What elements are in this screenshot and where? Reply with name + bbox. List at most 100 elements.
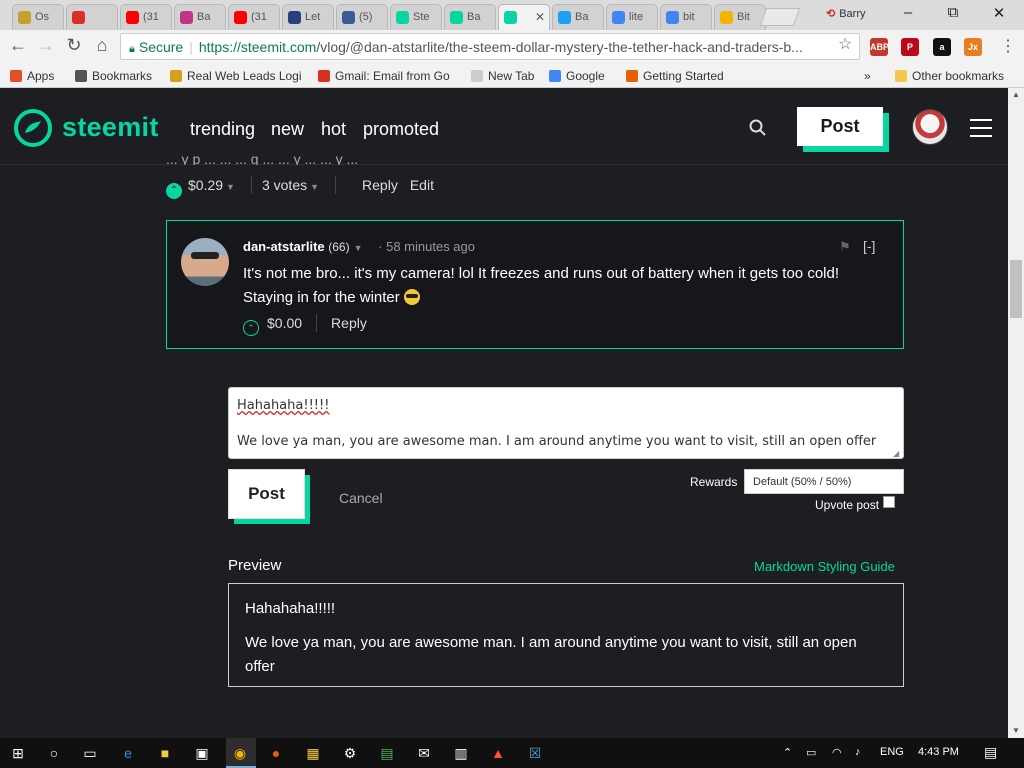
page-scrollbar[interactable] (1008, 88, 1024, 738)
parent-payout[interactable]: $0.29 (188, 177, 223, 193)
clock[interactable]: 4:43 PM (918, 746, 959, 758)
bookmark-item[interactable]: Google (549, 69, 605, 83)
other-bookmarks-folder[interactable]: Other bookmarks (895, 69, 1004, 83)
restore-button[interactable]: ⧉ (938, 4, 968, 21)
browser-tab[interactable] (66, 4, 118, 30)
new-tab-button[interactable] (759, 8, 801, 26)
battery-icon[interactable]: ▭ (806, 746, 816, 759)
nav-hot[interactable]: hot (321, 119, 346, 140)
calculator-grid-icon[interactable]: ▦ (303, 743, 323, 763)
extension-icon[interactable]: Jx (964, 38, 982, 56)
comment-payout[interactable]: $0.00 (267, 315, 302, 331)
address-bar[interactable]: 🔒︎ Secure | https://steemit.com/vlog/@dan-a… (120, 33, 860, 60)
nav-trending[interactable]: trending (190, 119, 255, 140)
search-icon[interactable] (748, 118, 768, 138)
reply-post-button[interactable]: Post (228, 469, 310, 525)
browser-tab[interactable]: Let (282, 4, 334, 30)
bookmark-item[interactable]: Real Web Leads Logi (170, 69, 302, 83)
rewards-select[interactable]: Default (50% / 50%) (744, 469, 904, 494)
bookmark-item[interactable]: New Tab (471, 69, 534, 83)
bookmark-item[interactable]: Gmail: Email from Go (318, 69, 450, 83)
more-bookmarks-chevron[interactable]: » (864, 69, 871, 83)
upvote-post-checkbox[interactable] (883, 496, 895, 508)
browser-tab[interactable]: ✕ (498, 4, 550, 30)
close-window-button[interactable]: ✕ (984, 4, 1014, 22)
browser-tab[interactable]: (31 (120, 4, 172, 30)
notifications-icon[interactable]: ▤ (984, 744, 997, 761)
votes-count[interactable]: 3 votes (262, 177, 307, 193)
brave-icon[interactable]: ▲ (488, 743, 508, 763)
comment-reply-link[interactable]: Reply (331, 315, 367, 331)
browser-tab[interactable]: Ba (552, 4, 604, 30)
cortana-icon[interactable]: ○ (44, 743, 64, 763)
other-bookmarks-label: Other bookmarks (912, 69, 1005, 83)
language-indicator[interactable]: ENG (880, 746, 904, 758)
scroll-down-icon[interactable]: ▼ (1008, 726, 1024, 735)
user-avatar[interactable] (912, 109, 948, 145)
browser-tab[interactable]: Ba (444, 4, 496, 30)
calculator-icon[interactable]: ▥ (451, 743, 471, 763)
steemit-logo-text[interactable]: steemit (62, 112, 159, 143)
photos-icon[interactable]: ▤ (377, 743, 397, 763)
back-button[interactable]: ← (6, 35, 30, 56)
comment-timestamp[interactable]: · 58 minutes ago (378, 239, 475, 254)
upvote-icon[interactable]: ⌃ (166, 183, 182, 199)
chevron-down-icon[interactable]: ▼ (354, 243, 363, 253)
file-explorer-icon[interactable]: ■ (155, 743, 175, 763)
reload-button[interactable]: ↻ (62, 35, 86, 56)
cancel-button[interactable]: Cancel (339, 490, 383, 506)
browser-tab[interactable]: (31 (228, 4, 280, 30)
collapse-toggle[interactable]: [-] (863, 238, 875, 254)
home-button[interactable]: ⌂ (90, 35, 114, 56)
tab-close-icon[interactable]: ✕ (535, 10, 545, 24)
reply-textarea[interactable]: Hahahaha!!!!! We love ya man, you are aw… (228, 387, 904, 459)
browser-tab[interactable]: Os (12, 4, 64, 30)
chrome-menu-icon[interactable]: ⋮ (1000, 36, 1016, 56)
resize-handle-icon[interactable]: ◢ (893, 449, 899, 458)
minimize-button[interactable]: – (893, 4, 923, 21)
nav-promoted[interactable]: promoted (363, 119, 439, 140)
tray-chevron-icon[interactable]: ⌃ (783, 746, 792, 759)
volume-icon[interactable]: ♪ (855, 746, 861, 758)
app-x-icon[interactable]: ☒ (525, 743, 545, 763)
reply-link[interactable]: Reply (362, 177, 398, 193)
edge-icon[interactable]: e (118, 743, 138, 763)
bookmark-star-icon[interactable]: ☆ (838, 34, 852, 54)
task-view-icon[interactable]: ▭ (80, 743, 100, 763)
forward-button[interactable]: → (34, 35, 58, 56)
bookmark-item[interactable]: Getting Started (626, 69, 724, 83)
browser-tab[interactable]: lite (606, 4, 658, 30)
comment-author-name[interactable]: dan-atstarlite (243, 239, 325, 254)
chevron-down-icon[interactable]: ▼ (226, 182, 235, 192)
browser-tab[interactable]: Bit (714, 4, 766, 30)
wifi-icon[interactable]: ◠ (832, 746, 842, 759)
comment-author-avatar[interactable] (181, 238, 229, 286)
windows-start-icon[interactable]: ⊞ (8, 743, 28, 763)
mail-icon[interactable]: ✉ (414, 743, 434, 763)
steemit-logo-icon[interactable] (14, 109, 52, 147)
flag-icon[interactable]: ⚑ (839, 239, 851, 255)
header-post-button[interactable]: Post (797, 107, 889, 152)
extension-icon[interactable]: a (933, 38, 951, 56)
browser-tab[interactable]: Ste (390, 4, 442, 30)
scrollbar-thumb[interactable] (1010, 260, 1022, 318)
hamburger-menu-icon[interactable] (970, 119, 992, 143)
nav-new[interactable]: new (271, 119, 304, 140)
markdown-guide-link[interactable]: Markdown Styling Guide (754, 559, 895, 574)
browser-tab[interactable]: Ba (174, 4, 226, 30)
profile-button[interactable]: ⟲ Barry (826, 7, 866, 20)
app-icon[interactable]: ⚙ (340, 743, 360, 763)
browser-tab[interactable]: (5) (336, 4, 388, 30)
bookmark-item[interactable]: Bookmarks (75, 69, 152, 83)
upvote-icon[interactable]: ⌃ (243, 320, 259, 336)
extension-icon[interactable]: P (901, 38, 919, 56)
scroll-up-icon[interactable]: ▲ (1008, 90, 1024, 99)
edit-link[interactable]: Edit (410, 177, 434, 193)
firefox-icon[interactable]: ● (266, 743, 286, 763)
chevron-down-icon[interactable]: ▼ (310, 182, 319, 192)
store-icon[interactable]: ▣ (192, 743, 212, 763)
extension-icon[interactable]: ABP (870, 38, 889, 56)
bookmark-item[interactable]: Apps (10, 69, 54, 83)
chrome-taskbar-icon[interactable]: ◉ (230, 743, 250, 763)
browser-tab[interactable]: bit (660, 4, 712, 30)
